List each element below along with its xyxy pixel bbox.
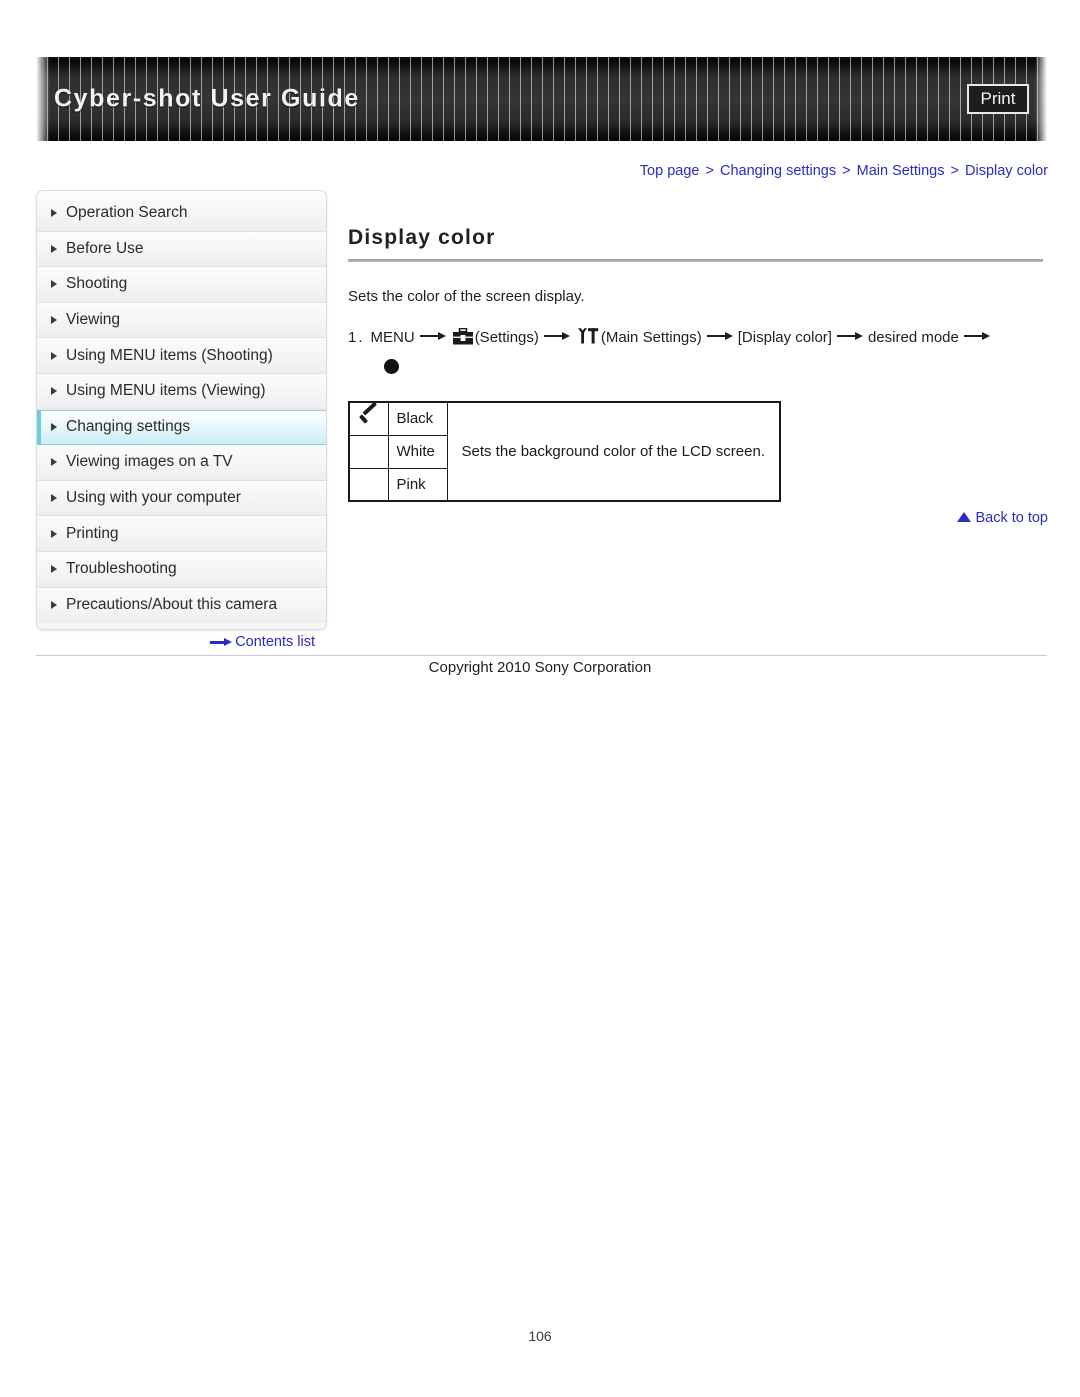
table-row[interactable]: Black Sets the background color of the L… bbox=[348, 401, 781, 502]
option-label-cell: Black bbox=[387, 401, 448, 436]
option-selected-cell bbox=[348, 434, 389, 469]
header-fade-left bbox=[36, 57, 50, 141]
footer-divider bbox=[36, 655, 1047, 656]
chevron-right-icon bbox=[51, 529, 57, 538]
option-selected-cell bbox=[348, 467, 389, 502]
header-fade-right bbox=[1035, 57, 1047, 141]
main-content: Display color Sets the color of the scre… bbox=[348, 226, 1048, 502]
arrow-right-icon bbox=[836, 331, 863, 341]
chevron-right-icon bbox=[51, 209, 57, 218]
sidebar-item-label: Changing settings bbox=[66, 418, 191, 436]
sidebar-item-label: Viewing images on a TV bbox=[66, 453, 233, 471]
breadcrumb-item-display-color[interactable]: Display color bbox=[965, 163, 1048, 179]
sidebar-item-label: Using MENU items (Shooting) bbox=[66, 346, 273, 364]
sidebar-item-label: Troubleshooting bbox=[66, 560, 177, 578]
app-title: Cyber-shot User Guide bbox=[54, 84, 360, 113]
chevron-right-icon bbox=[51, 351, 57, 360]
title-divider bbox=[348, 259, 1043, 262]
breadcrumb-separator: > bbox=[950, 163, 959, 179]
toolbox-settings-icon bbox=[452, 326, 473, 356]
sidebar-item-using-menu-items-shooting[interactable]: Using MENU items (Shooting) bbox=[37, 338, 326, 374]
page-number: 106 bbox=[528, 1328, 552, 1344]
breadcrumb: Top page > Changing settings > Main Sett… bbox=[348, 163, 1048, 179]
sidebar-item-label: Using with your computer bbox=[66, 489, 241, 507]
back-to-top-link[interactable]: Back to top bbox=[348, 510, 1048, 526]
sidebar-item-before-use[interactable]: Before Use bbox=[37, 231, 326, 268]
wrench-main-settings-icon bbox=[577, 326, 599, 356]
arrow-right-icon bbox=[419, 331, 446, 341]
sidebar-item-using-with-your-computer[interactable]: Using with your computer bbox=[37, 480, 326, 517]
sidebar-item-using-menu-items-viewing[interactable]: Using MENU items (Viewing) bbox=[37, 373, 326, 410]
option-label-cell: White bbox=[387, 434, 448, 469]
sidebar-item-changing-settings[interactable]: Changing settings bbox=[37, 409, 326, 446]
sidebar-item-label: Viewing bbox=[66, 311, 121, 329]
arrow-right-icon bbox=[963, 331, 990, 341]
chevron-right-icon bbox=[51, 280, 57, 289]
print-button[interactable]: Print bbox=[967, 84, 1029, 114]
breadcrumb-item-top-page[interactable]: Top page bbox=[640, 163, 700, 179]
arrow-right-icon bbox=[210, 638, 233, 647]
sidebar-item-label: Operation Search bbox=[66, 204, 188, 222]
chevron-right-icon bbox=[51, 423, 57, 432]
chevron-right-icon bbox=[51, 565, 57, 574]
page-title: Display color bbox=[348, 226, 496, 249]
back-to-top-label: Back to top bbox=[975, 510, 1048, 526]
sidebar-item-precautions-about-this-camera[interactable]: Precautions/About this camera bbox=[37, 587, 326, 624]
page-header: Cyber-shot User Guide Print bbox=[36, 57, 1047, 141]
step-menu-label: MENU bbox=[370, 329, 415, 346]
breadcrumb-item-main-settings[interactable]: Main Settings bbox=[857, 163, 945, 179]
arrow-right-icon bbox=[706, 331, 733, 341]
sidebar-item-label: Before Use bbox=[66, 239, 144, 257]
sidebar-item-viewing-images-on-a-tv[interactable]: Viewing images on a TV bbox=[37, 445, 326, 481]
triangle-up-icon bbox=[957, 512, 972, 522]
sidebar-item-label: Using MENU items (Viewing) bbox=[66, 382, 266, 400]
sidebar-item-label: Shooting bbox=[66, 275, 128, 293]
sidebar-item-troubleshooting[interactable]: Troubleshooting bbox=[37, 551, 326, 588]
step-confirm-button-indicator bbox=[384, 359, 1048, 379]
option-selected-cell bbox=[348, 401, 389, 436]
step-desired-mode-label: desired mode bbox=[867, 329, 959, 346]
sidebar-item-label: Printing bbox=[66, 524, 119, 542]
option-description-cell: Sets the background color of the LCD scr… bbox=[446, 401, 781, 502]
option-label-cell: Pink bbox=[387, 467, 448, 502]
chevron-right-icon bbox=[51, 494, 57, 503]
step-display-color-label: [Display color] bbox=[737, 329, 832, 346]
filled-circle-icon bbox=[384, 359, 399, 374]
chevron-right-icon bbox=[51, 316, 57, 325]
contents-list-label: Contents list bbox=[235, 634, 315, 650]
sidebar-navigation: Operation Search Before Use Shooting Vie… bbox=[36, 190, 327, 631]
sidebar-item-printing[interactable]: Printing bbox=[37, 516, 326, 552]
sidebar-item-shooting[interactable]: Shooting bbox=[37, 267, 326, 303]
step-settings-label: (Settings) bbox=[474, 329, 539, 346]
sidebar-item-label: Precautions/About this camera bbox=[66, 596, 278, 614]
breadcrumb-separator: > bbox=[705, 163, 714, 179]
arrow-right-icon bbox=[543, 331, 570, 341]
checkmark-icon bbox=[358, 411, 380, 427]
sidebar-item-operation-search[interactable]: Operation Search bbox=[37, 196, 326, 232]
chevron-right-icon bbox=[51, 458, 57, 467]
display-color-options-table: Black Sets the background color of the L… bbox=[348, 401, 782, 502]
step-main-settings-label: (Main Settings) bbox=[600, 329, 702, 346]
chevron-right-icon bbox=[51, 244, 57, 253]
copyright-text: Copyright 2010 Sony Corporation bbox=[428, 659, 652, 676]
chevron-right-icon bbox=[51, 387, 57, 396]
step-number: 1. bbox=[348, 329, 365, 346]
breadcrumb-item-changing-settings[interactable]: Changing settings bbox=[720, 163, 836, 179]
chevron-right-icon bbox=[51, 601, 57, 610]
intro-text: Sets the color of the screen display. bbox=[348, 288, 585, 305]
breadcrumb-separator: > bbox=[842, 163, 851, 179]
contents-list-link[interactable]: Contents list bbox=[36, 634, 327, 650]
step-instruction: 1. MENU (Settings) (Main Settings) [Display … bbox=[348, 323, 1048, 356]
sidebar-item-viewing[interactable]: Viewing bbox=[37, 302, 326, 339]
